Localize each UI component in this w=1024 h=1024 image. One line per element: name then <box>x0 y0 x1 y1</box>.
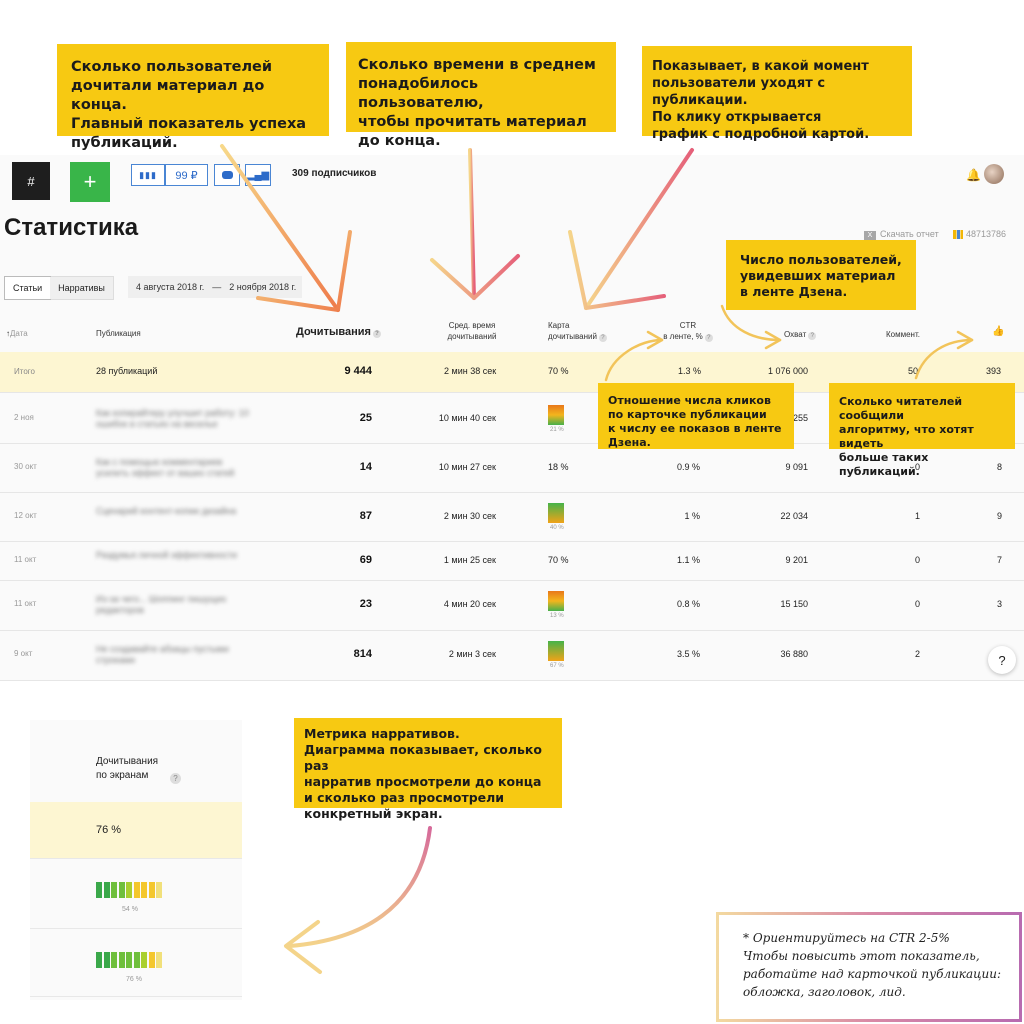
arrow-likes <box>914 330 974 380</box>
arrow-reads <box>220 144 352 312</box>
arrow-ctr <box>604 330 664 382</box>
arrow-narrative <box>284 826 432 974</box>
annotation-arrows <box>220 144 974 974</box>
arrow-reach <box>720 304 782 350</box>
arrow-map <box>568 148 694 310</box>
arrow-avg-time <box>430 148 520 300</box>
